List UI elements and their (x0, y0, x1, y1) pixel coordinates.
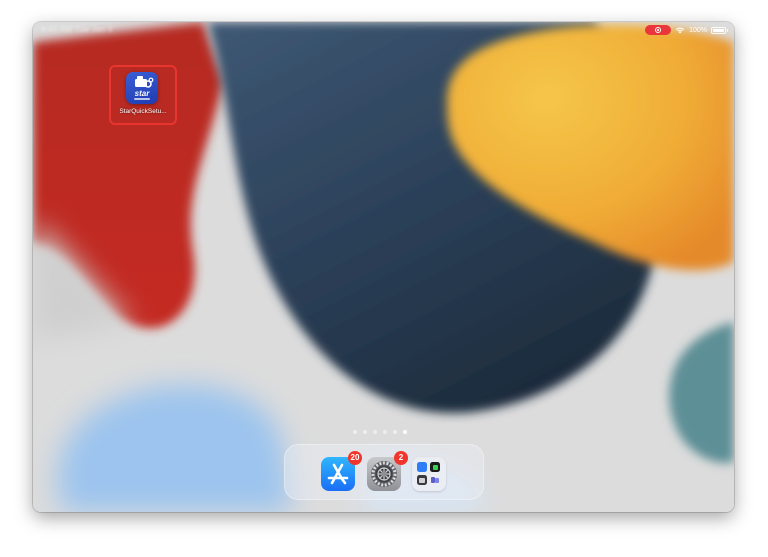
ipad-screen: 9:41 AM Tue Jan 9 100% star StarQuickSet… (33, 22, 734, 512)
record-icon (655, 27, 662, 33)
page-dot[interactable] (383, 430, 387, 434)
dock: 20 2 (284, 444, 484, 500)
page-dot-current[interactable] (403, 430, 407, 434)
app-folder-icon[interactable] (412, 457, 446, 491)
status-bar: 9:41 AM Tue Jan 9 100% (33, 22, 734, 38)
app-store-icon[interactable]: 20 (321, 451, 362, 491)
status-time: 9:41 AM Tue Jan 9 (41, 25, 113, 34)
page-dot[interactable] (353, 430, 357, 434)
star-quick-setup-icon[interactable]: star (126, 72, 158, 104)
notification-badge: 2 (394, 451, 408, 465)
page-dot[interactable] (393, 430, 397, 434)
mini-app-icon (430, 462, 440, 472)
app-label-starquicksetup[interactable]: StarQuickSetu... (109, 108, 177, 115)
settings-gear-icon[interactable]: 2 (367, 451, 408, 491)
page-indicator[interactable] (353, 430, 407, 434)
wifi-icon (675, 26, 685, 34)
battery-percentage: 100% (689, 26, 707, 34)
page-dot[interactable] (373, 430, 377, 434)
notification-badge: 20 (348, 451, 362, 465)
page-dot[interactable] (363, 430, 367, 434)
mini-app-icon (417, 475, 427, 485)
battery-icon (711, 26, 728, 34)
screen-recording-indicator[interactable] (645, 25, 672, 35)
status-indicators: 100% (645, 25, 728, 35)
mini-app-icon (430, 475, 440, 485)
svg-text:star: star (135, 89, 151, 98)
mini-app-icon (417, 462, 427, 472)
